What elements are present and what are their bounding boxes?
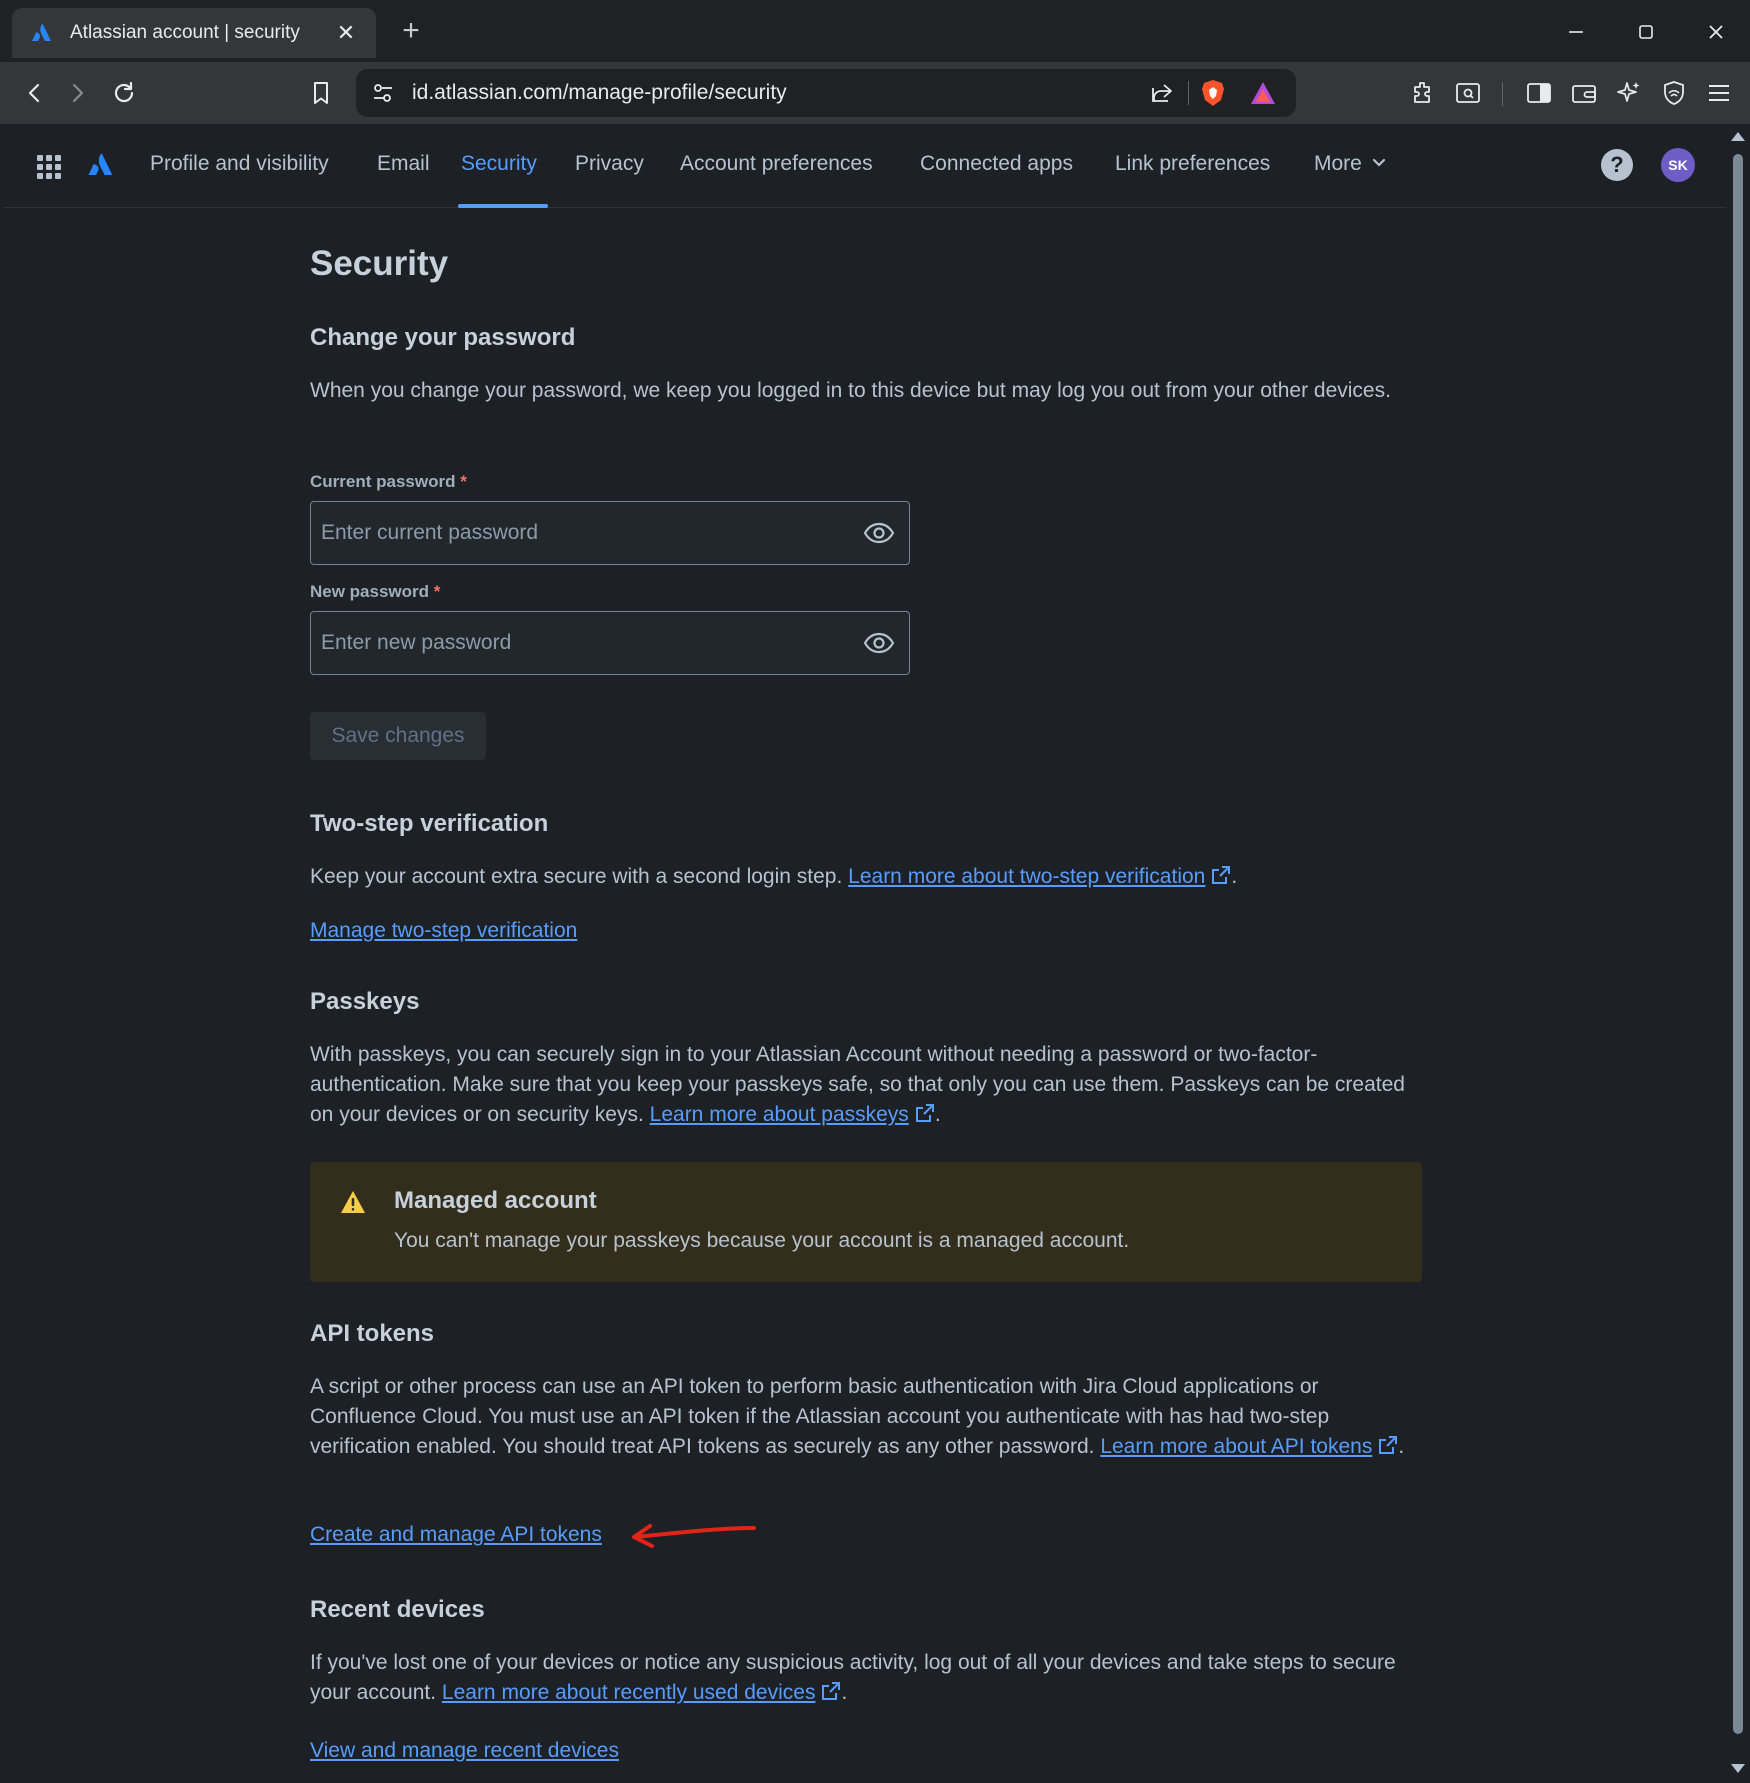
browser-tab[interactable]: Atlassian account | security ✕	[12, 8, 376, 58]
save-changes-button[interactable]: Save changes	[310, 712, 486, 760]
vpn-shield-icon[interactable]	[1657, 76, 1691, 110]
recent-devices-heading: Recent devices	[310, 1596, 485, 1623]
brave-rewards-icon[interactable]	[1250, 81, 1276, 105]
atlassian-logo-icon[interactable]	[86, 150, 116, 180]
api-tokens-heading: API tokens	[310, 1320, 435, 1347]
minimize-window-icon[interactable]	[1556, 14, 1596, 50]
maximize-window-icon[interactable]	[1626, 14, 1666, 50]
two-step-manage-row: Manage two-step verification	[310, 916, 1420, 946]
scroll-up-arrow-icon[interactable]	[1731, 132, 1745, 141]
scroll-down-arrow-icon[interactable]	[1731, 1764, 1745, 1773]
browser-toolbar: id.atlassian.com/manage-profile/security	[0, 62, 1750, 124]
new-password-field[interactable]	[310, 611, 910, 675]
api-tokens-manage-row: Create and manage API tokens	[310, 1520, 1420, 1550]
nav-profile-and-visibility[interactable]: Profile and visibility	[150, 152, 329, 176]
warning-icon	[341, 1191, 365, 1213]
recent-devices-learn-more-link[interactable]: Learn more about recently used devices	[442, 1681, 816, 1704]
new-password-input[interactable]	[321, 612, 861, 674]
site-settings-icon[interactable]	[372, 83, 394, 103]
nav-connected-apps[interactable]: Connected apps	[920, 152, 1073, 176]
close-tab-icon[interactable]: ✕	[334, 20, 358, 46]
app-switcher-icon[interactable]	[36, 154, 62, 180]
chevron-down-icon	[1372, 158, 1385, 167]
two-step-text: Keep your account extra secure with a se…	[310, 865, 849, 888]
nav-privacy[interactable]: Privacy	[575, 152, 644, 176]
change-password-heading: Change your password	[310, 324, 576, 351]
toolbar-divider	[1502, 82, 1503, 106]
bookmark-icon[interactable]	[304, 76, 338, 110]
warning-title: Managed account	[394, 1187, 597, 1214]
two-step-learn-more-link[interactable]: Learn more about two-step verification	[848, 865, 1205, 888]
web-page: Profile and visibility Email Security Pr…	[4, 124, 1726, 1779]
nav-more[interactable]: More	[1314, 152, 1386, 176]
warning-text: You can't manage your passkeys because y…	[394, 1229, 1130, 1252]
url-text[interactable]: id.atlassian.com/manage-profile/security	[412, 81, 787, 105]
recent-devices-description: If you've lost one of your devices or no…	[310, 1648, 1420, 1708]
browser-tab-title: Atlassian account | security	[70, 22, 300, 43]
account-nav: Profile and visibility Email Security Pr…	[4, 124, 1726, 208]
show-password-icon[interactable]	[863, 521, 895, 545]
reload-icon[interactable]	[107, 76, 141, 110]
back-icon[interactable]	[18, 76, 52, 110]
share-icon[interactable]	[1150, 82, 1174, 104]
avatar[interactable]: SK	[1661, 148, 1695, 182]
nav-email[interactable]: Email	[377, 152, 430, 176]
nav-account-preferences[interactable]: Account preferences	[680, 152, 873, 176]
view-manage-recent-devices-link[interactable]: View and manage recent devices	[310, 1739, 619, 1762]
annotation-arrow-icon	[632, 1524, 756, 1548]
manage-two-step-link[interactable]: Manage two-step verification	[310, 919, 577, 942]
current-password-input[interactable]	[321, 502, 861, 564]
external-link-icon[interactable]	[915, 1103, 935, 1123]
page-title: Security	[310, 244, 449, 283]
required-mark: *	[433, 582, 441, 601]
period: .	[1231, 865, 1238, 888]
help-icon[interactable]: ?	[1601, 149, 1633, 181]
active-tab-indicator	[458, 204, 548, 208]
passkeys-heading: Passkeys	[310, 988, 420, 1015]
required-mark: *	[460, 472, 467, 491]
leo-ai-icon[interactable]	[1612, 76, 1646, 110]
period: .	[841, 1681, 848, 1704]
nav-security[interactable]: Security	[461, 152, 537, 176]
two-step-description: Keep your account extra secure with a se…	[310, 862, 1420, 892]
new-password-label: New password *	[310, 582, 440, 602]
atlassian-logo-icon	[32, 23, 51, 41]
api-tokens-description: A script or other process can use an API…	[310, 1372, 1420, 1462]
two-step-heading: Two-step verification	[310, 810, 549, 837]
managed-account-warning: Managed account You can't manage your pa…	[310, 1162, 1422, 1282]
close-window-icon[interactable]	[1696, 14, 1736, 50]
period: .	[1398, 1435, 1405, 1458]
passkeys-learn-more-link[interactable]: Learn more about passkeys	[650, 1103, 909, 1126]
nav-more-label: More	[1314, 152, 1362, 175]
page-scrollbar[interactable]	[1726, 124, 1750, 1783]
new-password-label-text: New password	[310, 582, 430, 601]
nav-link-preferences[interactable]: Link preferences	[1115, 152, 1270, 176]
forward-icon[interactable]	[60, 76, 94, 110]
wallet-icon[interactable]	[1567, 76, 1601, 110]
url-divider	[1188, 81, 1189, 105]
show-password-icon[interactable]	[863, 631, 895, 655]
browser-tab-bar: Atlassian account | security ✕ +	[0, 0, 1750, 62]
recent-devices-manage-row: View and manage recent devices	[310, 1736, 1420, 1766]
sidebar-icon[interactable]	[1522, 76, 1556, 110]
create-manage-api-tokens-link[interactable]: Create and manage API tokens	[310, 1523, 602, 1546]
scroll-thumb[interactable]	[1733, 154, 1743, 1734]
api-tokens-learn-more-link[interactable]: Learn more about API tokens	[1100, 1435, 1372, 1458]
reader-mode-icon[interactable]	[1451, 76, 1485, 110]
current-password-field[interactable]	[310, 501, 910, 565]
period: .	[934, 1103, 941, 1126]
external-link-icon[interactable]	[821, 1681, 841, 1701]
external-link-icon[interactable]	[1211, 865, 1231, 885]
current-password-label: Current password *	[310, 472, 467, 492]
passkeys-description: With passkeys, you can securely sign in …	[310, 1040, 1420, 1130]
new-tab-icon[interactable]: +	[396, 14, 426, 48]
menu-icon[interactable]	[1702, 76, 1736, 110]
brave-shields-icon[interactable]	[1200, 79, 1226, 107]
address-bar[interactable]: id.atlassian.com/manage-profile/security	[356, 69, 1296, 117]
external-link-icon[interactable]	[1378, 1435, 1398, 1455]
extensions-icon[interactable]	[1406, 76, 1440, 110]
change-password-description: When you change your password, we keep y…	[310, 379, 1391, 402]
current-password-label-text: Current password	[310, 472, 456, 491]
